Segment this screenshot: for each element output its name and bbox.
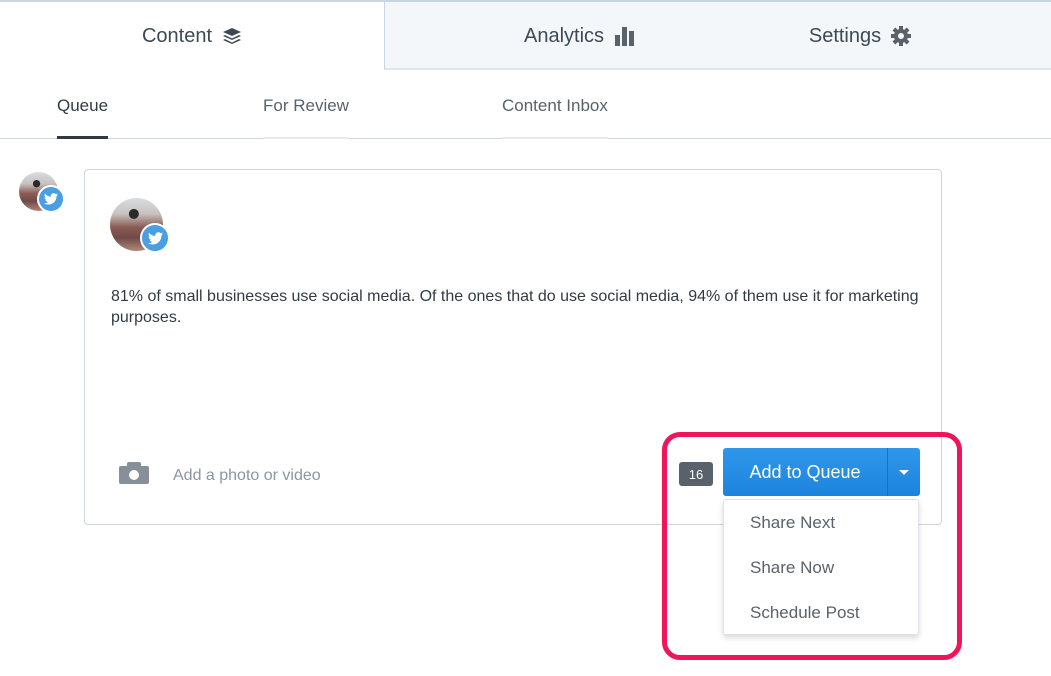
tab-settings-label: Settings	[808, 24, 882, 47]
post-text-input[interactable]: 81% of small businesses use social media…	[111, 286, 921, 328]
gear-icon	[891, 26, 912, 46]
queue-options-menu: Share Next Share Now Schedule Post	[723, 499, 919, 635]
subtab-for-review[interactable]: For Review	[263, 96, 349, 139]
menu-item-share-next[interactable]: Share Next	[724, 500, 918, 545]
menu-item-schedule-post[interactable]: Schedule Post	[724, 590, 918, 635]
twitter-icon	[140, 223, 170, 253]
tab-settings[interactable]: Settings	[760, 2, 960, 70]
tab-content[interactable]: Content	[0, 2, 384, 70]
add-media-label: Add a photo or video	[173, 466, 321, 484]
tab-content-label: Content	[141, 24, 213, 47]
caret-down-icon	[899, 469, 909, 475]
subtab-content-inbox[interactable]: Content Inbox	[502, 96, 608, 139]
subtab-queue[interactable]: Queue	[57, 96, 109, 139]
tab-analytics[interactable]: Analytics	[480, 2, 680, 70]
twitter-icon	[37, 185, 65, 213]
layers-icon	[222, 26, 242, 46]
top-nav: Content Analytics Settings	[0, 0, 1051, 70]
menu-item-share-now[interactable]: Share Now	[724, 545, 918, 590]
tab-analytics-label: Analytics	[523, 24, 605, 47]
add-to-queue-button[interactable]: Add to Queue	[723, 448, 888, 496]
bar-chart-icon	[614, 26, 636, 46]
character-count-badge: 16	[679, 462, 713, 486]
camera-icon	[119, 462, 149, 489]
queue-options-dropdown-toggle[interactable]	[888, 448, 920, 496]
add-to-queue-button-group: Add to Queue	[723, 448, 920, 496]
sub-nav: Queue For Review Content Inbox	[0, 70, 1051, 139]
add-media-button[interactable]: Add a photo or video	[119, 462, 321, 489]
